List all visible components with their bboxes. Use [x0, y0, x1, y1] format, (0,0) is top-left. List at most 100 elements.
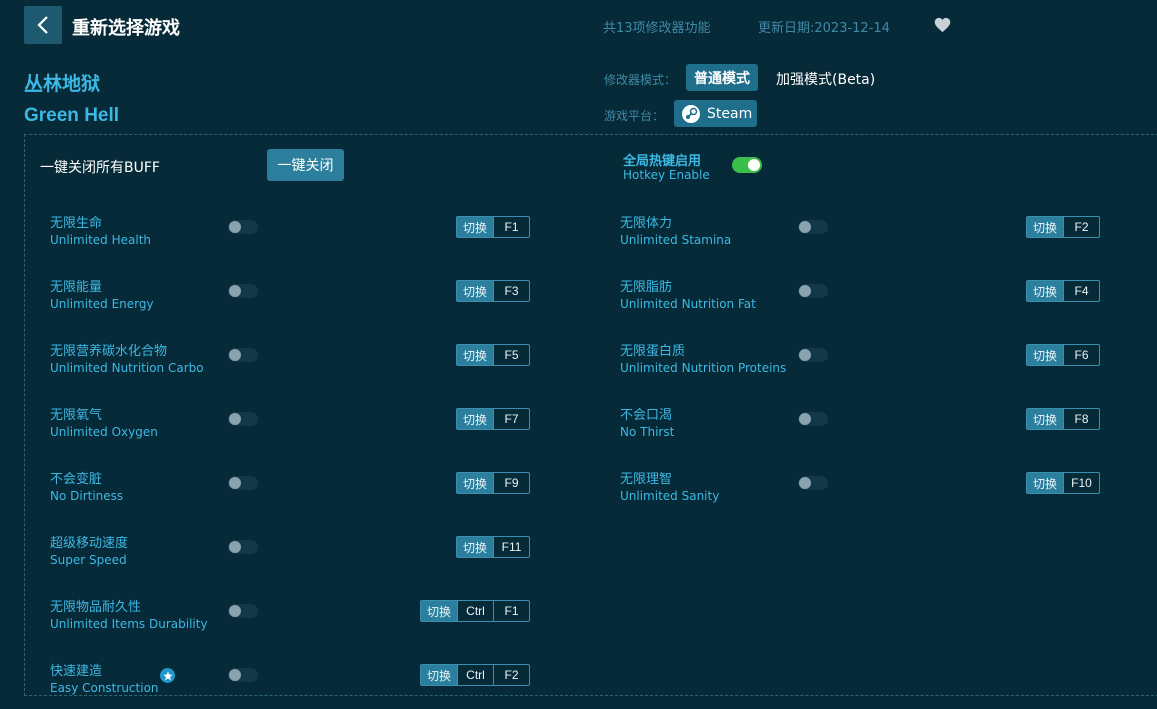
- hotkey-no-dirtiness[interactable]: 切换 F9: [456, 472, 531, 494]
- feature-name-en: No Dirtiness: [50, 489, 124, 503]
- feature-name-cn: 无限生命: [50, 216, 103, 231]
- feature-unlimited-health: 无限生命 Unlimited Health: [50, 212, 151, 247]
- hotkey-switch-label: 切换: [421, 665, 458, 685]
- hotkey-switch-label: 切换: [1027, 345, 1064, 365]
- hotkey-unlimited-stamina[interactable]: 切换 F2: [1026, 216, 1101, 238]
- hotkey-unlimited-nutrition-fat[interactable]: 切换 F4: [1026, 280, 1101, 302]
- hotkey-switch-label: 切换: [1027, 409, 1064, 429]
- hotkey-switch-label: 切换: [457, 473, 494, 493]
- feature-unlimited-oxygen: 无限氧气 Unlimited Oxygen: [50, 404, 158, 439]
- hotkey-enable-toggle[interactable]: [732, 157, 762, 173]
- hotkey-key: F5: [493, 345, 529, 365]
- toggle-knob: [229, 285, 241, 297]
- hotkey-easy-construction[interactable]: 切换 Ctrl F2: [420, 664, 531, 686]
- toggle-knob: [229, 605, 241, 617]
- feature-unlimited-nutrition-proteins: 无限蛋白质 Unlimited Nutrition Proteins: [620, 340, 786, 375]
- hotkey-no-thirst[interactable]: 切换 F8: [1026, 408, 1101, 430]
- trainer-window: 重新选择游戏 共13项修改器功能 更新日期:2023-12-14 丛林地狱 Gr…: [0, 0, 1157, 709]
- feature-unlimited-nutrition-carbo: 无限营养碳水化合物 Unlimited Nutrition Carbo: [50, 340, 204, 375]
- feature-toggle-unlimited-sanity[interactable]: [798, 476, 828, 490]
- feature-count: 共13项修改器功能: [603, 21, 711, 36]
- feature-toggle-unlimited-nutrition-proteins[interactable]: [798, 348, 828, 362]
- steam-icon: [682, 104, 700, 123]
- hotkey-unlimited-nutrition-proteins[interactable]: 切换 F6: [1026, 344, 1101, 366]
- feature-name-cn: 无限氧气: [50, 408, 103, 423]
- game-name-cn: 丛林地狱: [24, 73, 101, 95]
- close-all-button[interactable]: 一键关闭: [267, 149, 344, 181]
- toggle-knob: [229, 413, 241, 425]
- platform-steam-button[interactable]: Steam: [674, 100, 757, 127]
- feature-toggle-unlimited-items-durability[interactable]: [228, 604, 258, 618]
- feature-toggle-unlimited-energy[interactable]: [228, 284, 258, 298]
- hotkey-key: F11: [493, 537, 529, 557]
- feature-name-en: Unlimited Sanity: [620, 489, 720, 503]
- close-all-label: 一键关闭所有BUFF: [40, 160, 160, 176]
- platform-name: Steam: [707, 105, 753, 122]
- hotkey-unlimited-items-durability[interactable]: 切换 Ctrl F1: [420, 600, 531, 622]
- hotkey-key: Ctrl: [457, 665, 493, 685]
- hotkey-switch-label: 切换: [1027, 473, 1064, 493]
- game-name-en: Green Hell: [24, 105, 120, 126]
- toggle-knob: [229, 669, 241, 681]
- feature-name-en: Super Speed: [50, 553, 127, 567]
- hotkey-key: F1: [493, 217, 529, 237]
- feature-toggle-unlimited-oxygen[interactable]: [228, 412, 258, 426]
- hotkey-super-speed[interactable]: 切换 F11: [456, 536, 531, 558]
- hotkey-unlimited-oxygen[interactable]: 切换 F7: [456, 408, 531, 430]
- feature-name-cn: 不会口渴: [620, 408, 673, 423]
- feature-unlimited-nutrition-fat: 无限脂肪 Unlimited Nutrition Fat: [620, 276, 756, 311]
- feature-toggle-unlimited-nutrition-fat[interactable]: [798, 284, 828, 298]
- feature-name-cn: 快速建造: [50, 664, 103, 679]
- feature-name-cn: 无限物品耐久性: [50, 600, 142, 615]
- toggle-knob: [799, 285, 811, 297]
- platform-label: 游戏平台：: [604, 109, 665, 123]
- hotkey-switch-label: 切换: [457, 537, 494, 557]
- feature-toggle-super-speed[interactable]: [228, 540, 258, 554]
- feature-unlimited-stamina: 无限体力 Unlimited Stamina: [620, 212, 731, 247]
- feature-toggle-no-dirtiness[interactable]: [228, 476, 258, 490]
- toggle-knob: [799, 477, 811, 489]
- hotkey-key: F3: [493, 281, 529, 301]
- hotkey-key: F4: [1063, 281, 1099, 301]
- mode-beta-button[interactable]: 加强模式(Beta): [776, 69, 875, 89]
- mode-normal-button[interactable]: 普通模式: [686, 64, 758, 91]
- feature-name-en: Unlimited Stamina: [620, 233, 732, 247]
- feature-toggle-unlimited-stamina[interactable]: [798, 220, 828, 234]
- hotkey-key: F10: [1063, 473, 1099, 493]
- hotkey-key: Ctrl: [457, 601, 493, 621]
- feature-toggle-easy-construction[interactable]: [228, 668, 258, 682]
- feature-unlimited-items-durability: 无限物品耐久性 Unlimited Items Durability: [50, 596, 208, 631]
- feature-name-cn: 无限理智: [620, 472, 673, 487]
- feature-toggle-unlimited-health[interactable]: [228, 220, 258, 234]
- heart-icon[interactable]: [934, 17, 951, 33]
- feature-toggle-unlimited-nutrition-carbo[interactable]: [228, 348, 258, 362]
- toggle-knob: [229, 349, 241, 361]
- feature-name-cn: 超级移动速度: [50, 536, 129, 551]
- feature-name-en: Unlimited Health: [50, 233, 152, 247]
- hotkey-switch-label: 切换: [1027, 281, 1064, 301]
- hotkey-unlimited-health[interactable]: 切换 F1: [456, 216, 531, 238]
- hotkey-switch-label: 切换: [1027, 217, 1064, 237]
- page-title: 重新选择游戏: [72, 18, 180, 39]
- feature-no-thirst: 不会口渴 No Thirst: [620, 404, 674, 439]
- feature-name-cn: 不会变脏: [50, 472, 103, 487]
- back-button[interactable]: [24, 6, 62, 44]
- feature-toggle-no-thirst[interactable]: [798, 412, 828, 426]
- mode-label: 修改器模式：: [604, 73, 677, 87]
- toggle-knob: [229, 477, 241, 489]
- hotkey-unlimited-sanity[interactable]: 切换 F10: [1026, 472, 1101, 494]
- hotkey-key: F2: [493, 665, 529, 685]
- hotkey-unlimited-nutrition-carbo[interactable]: 切换 F5: [456, 344, 531, 366]
- hotkey-key: F7: [493, 409, 529, 429]
- hotkey-enable-label-cn: 全局热键启用: [623, 154, 702, 169]
- hotkey-enable-label-en: Hotkey Enable: [623, 168, 710, 182]
- hotkey-key: F1: [493, 601, 529, 621]
- hotkey-switch-label: 切换: [457, 217, 494, 237]
- feature-name-en: Unlimited Nutrition Fat: [620, 297, 756, 311]
- feature-no-dirtiness: 不会变脏 No Dirtiness: [50, 468, 123, 503]
- feature-name-cn: 无限营养碳水化合物: [50, 344, 168, 359]
- hotkey-switch-label: 切换: [457, 281, 494, 301]
- hotkey-unlimited-energy[interactable]: 切换 F3: [456, 280, 531, 302]
- feature-name-en: Unlimited Energy: [50, 297, 154, 311]
- toggle-knob: [799, 413, 811, 425]
